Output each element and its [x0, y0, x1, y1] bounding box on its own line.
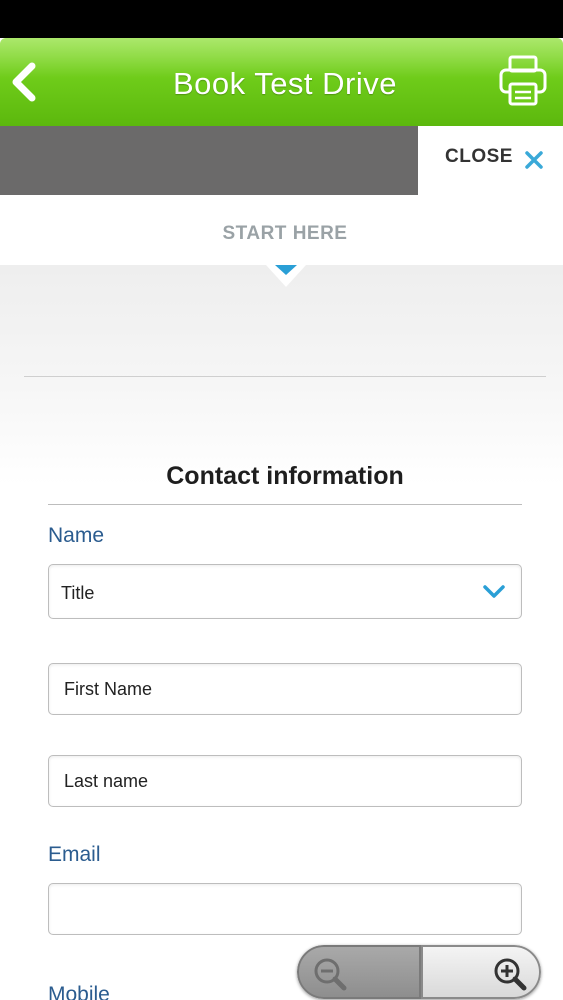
last-name-input[interactable]	[49, 756, 521, 806]
heading-divider	[48, 504, 522, 505]
page-title: Book Test Drive	[172, 66, 397, 101]
section-heading: Contact information	[166, 462, 404, 490]
title-select[interactable]: Title	[48, 564, 522, 619]
zoom-control	[297, 945, 541, 999]
chevron-left-icon	[12, 62, 36, 102]
last-name-field[interactable]	[48, 755, 522, 807]
zoom-out-button[interactable]	[297, 945, 421, 999]
divider	[24, 376, 546, 377]
close-label: CLOSE	[445, 146, 513, 167]
first-name-field[interactable]	[48, 663, 522, 715]
step-indicator-arrow	[266, 265, 306, 287]
app-header: Book Test Drive	[0, 38, 563, 126]
start-here-label: START HERE	[222, 223, 348, 244]
email-field[interactable]	[48, 883, 522, 935]
first-name-input[interactable]	[49, 664, 521, 714]
status-bar	[0, 0, 563, 38]
close-icon	[525, 151, 543, 169]
email-input[interactable]	[49, 884, 521, 934]
title-select-value: Title	[61, 583, 95, 603]
chevron-down-icon	[483, 585, 505, 598]
print-button[interactable]	[498, 54, 548, 108]
name-label: Name	[48, 524, 105, 547]
close-button[interactable]: CLOSE	[418, 126, 563, 195]
zoom-in-icon	[494, 958, 527, 991]
page: Book Test Drive CLOSE START HERE Contact…	[0, 0, 563, 1000]
inactive-tab-area	[0, 126, 418, 195]
printer-icon	[499, 55, 547, 106]
zoom-out-icon	[314, 958, 347, 991]
tab-strip: CLOSE	[0, 126, 563, 195]
mobile-label: Mobile	[48, 983, 110, 1000]
back-button[interactable]	[6, 60, 42, 104]
zoom-in-button[interactable]	[421, 945, 541, 999]
email-label: Email	[48, 843, 101, 866]
step-header: START HERE	[0, 195, 563, 265]
